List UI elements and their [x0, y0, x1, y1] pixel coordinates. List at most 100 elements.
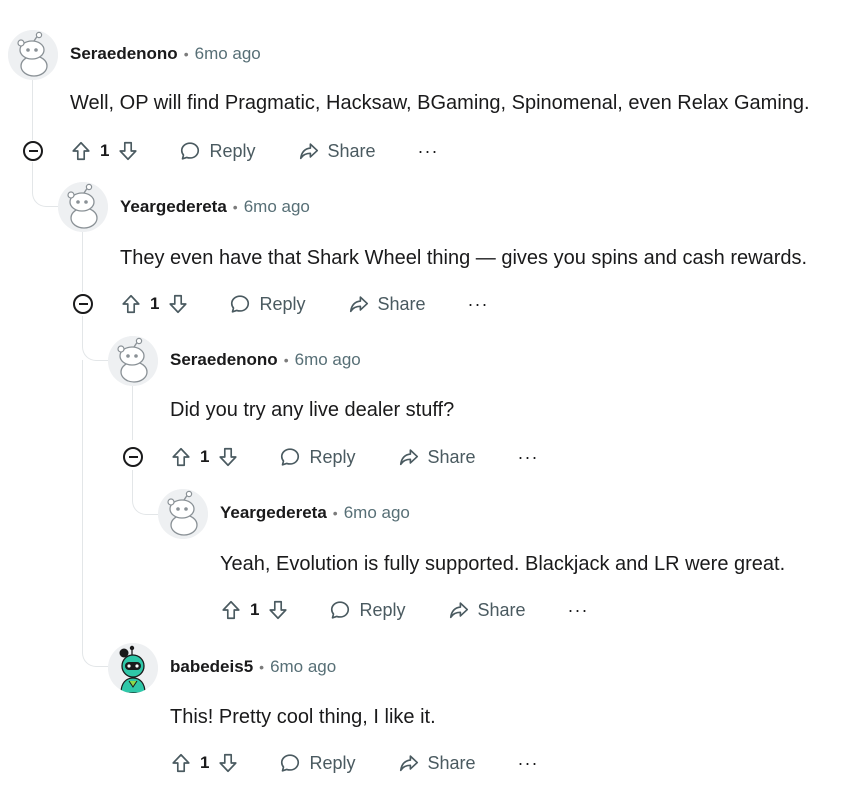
- share-button[interactable]: Share: [398, 446, 476, 468]
- upvote-button[interactable]: [168, 444, 194, 470]
- author-name[interactable]: Yeargedereta: [120, 197, 227, 217]
- share-label: Share: [427, 446, 476, 467]
- comment-meta: babedeis5 • 6mo ago: [170, 655, 336, 679]
- chat-bubble-icon: [231, 295, 250, 313]
- share-button[interactable]: Share: [448, 599, 526, 621]
- reply-label: Reply: [309, 752, 356, 773]
- comment-body: Did you try any live dealer stuff?: [170, 399, 455, 421]
- downvote-icon: [219, 753, 238, 773]
- upvote-icon: [172, 753, 190, 773]
- snoo-default-avatar-icon: [158, 489, 208, 539]
- reply-button[interactable]: Reply: [279, 446, 356, 468]
- downvote-icon: [219, 447, 238, 467]
- upvote-button[interactable]: [68, 138, 94, 164]
- thread-elbow: [132, 470, 159, 515]
- upvote-icon: [122, 294, 140, 314]
- reply-button[interactable]: Reply: [329, 599, 406, 621]
- thread-elbow: [32, 162, 59, 207]
- comment-actions: 1 Reply Share ···: [168, 746, 539, 780]
- upvote-button[interactable]: [168, 750, 194, 776]
- share-arrow-icon: [349, 296, 368, 313]
- downvote-button[interactable]: [215, 444, 241, 470]
- avatar[interactable]: [108, 643, 158, 693]
- downvote-icon: [119, 141, 138, 161]
- comment-meta: Seraedenono • 6mo ago: [70, 42, 261, 66]
- upvote-button[interactable]: [118, 291, 144, 317]
- upvote-icon: [172, 447, 190, 467]
- more-options-button[interactable]: ···: [568, 600, 589, 621]
- reply-label: Reply: [209, 140, 256, 161]
- chat-bubble-icon: [281, 754, 300, 772]
- snoo-default-avatar-icon: [8, 30, 58, 80]
- author-name[interactable]: Yeargedereta: [220, 503, 327, 523]
- reply-button[interactable]: Reply: [229, 293, 306, 315]
- comment-actions: 1 Reply Share ···: [118, 287, 489, 321]
- comment-meta: Yeargedereta • 6mo ago: [120, 195, 310, 219]
- chat-bubble-icon: [281, 448, 300, 466]
- comment-actions: 1 Reply Share ···: [218, 593, 589, 627]
- reply-button[interactable]: Reply: [279, 752, 356, 774]
- downvote-icon: [169, 294, 188, 314]
- avatar[interactable]: [58, 182, 108, 232]
- downvote-button[interactable]: [165, 291, 191, 317]
- meta-separator: •: [259, 659, 265, 675]
- share-label: Share: [327, 140, 376, 161]
- downvote-icon: [269, 600, 288, 620]
- meta-separator: •: [232, 199, 238, 215]
- vote-score: 1: [250, 600, 260, 619]
- snoo-default-avatar-icon: [58, 182, 108, 232]
- vote-score: 1: [100, 141, 110, 160]
- reply-button[interactable]: Reply: [179, 140, 256, 162]
- thread-line: [82, 232, 83, 292]
- comment-actions: 1 Reply Share ···: [68, 134, 439, 168]
- timestamp[interactable]: 6mo ago: [195, 44, 261, 64]
- avatar[interactable]: [108, 336, 158, 386]
- thread-line: [132, 386, 133, 440]
- collapse-thread-button[interactable]: [123, 447, 143, 467]
- share-button[interactable]: Share: [398, 752, 476, 774]
- author-name[interactable]: Seraedenono: [170, 350, 278, 370]
- timestamp[interactable]: 6mo ago: [344, 503, 410, 523]
- vote-score: 1: [200, 447, 210, 466]
- timestamp[interactable]: 6mo ago: [295, 350, 361, 370]
- more-options-button[interactable]: ···: [418, 141, 439, 162]
- reply-label: Reply: [259, 293, 306, 314]
- timestamp[interactable]: 6mo ago: [270, 657, 336, 677]
- share-arrow-icon: [449, 602, 468, 619]
- share-arrow-icon: [399, 449, 418, 466]
- collapse-thread-button[interactable]: [73, 294, 93, 314]
- more-options-button[interactable]: ···: [468, 294, 489, 315]
- upvote-button[interactable]: [218, 597, 244, 623]
- upvote-icon: [222, 600, 240, 620]
- comment-body: Well, OP will find Pragmatic, Hacksaw, B…: [70, 92, 810, 114]
- thread-elbow: [82, 316, 109, 361]
- share-button[interactable]: Share: [348, 293, 426, 315]
- comment-actions: 1 Reply Share ···: [168, 440, 539, 474]
- comment-body: They even have that Shark Wheel thing — …: [120, 247, 808, 269]
- more-options-button[interactable]: ···: [518, 447, 539, 468]
- share-arrow-icon: [399, 755, 418, 772]
- author-name[interactable]: Seraedenono: [70, 44, 178, 64]
- comment-meta: Yeargedereta • 6mo ago: [220, 501, 410, 525]
- chat-bubble-icon: [181, 142, 200, 160]
- share-button[interactable]: Share: [298, 140, 376, 162]
- thread-line: [32, 80, 33, 140]
- downvote-button[interactable]: [265, 597, 291, 623]
- downvote-button[interactable]: [115, 138, 141, 164]
- snoo-custom-teal-avatar-icon: [108, 643, 158, 693]
- timestamp[interactable]: 6mo ago: [244, 197, 310, 217]
- more-options-button[interactable]: ···: [518, 753, 539, 774]
- reply-label: Reply: [309, 446, 356, 467]
- comment-body: Yeah, Evolution is fully supported. Blac…: [220, 553, 786, 575]
- share-label: Share: [377, 293, 426, 314]
- avatar[interactable]: [158, 489, 208, 539]
- share-label: Share: [427, 752, 476, 773]
- vote-score: 1: [200, 753, 210, 772]
- avatar[interactable]: [8, 30, 58, 80]
- downvote-button[interactable]: [215, 750, 241, 776]
- collapse-thread-button[interactable]: [23, 141, 43, 161]
- reply-label: Reply: [359, 599, 406, 620]
- author-name[interactable]: babedeis5: [170, 657, 253, 677]
- meta-separator: •: [283, 352, 289, 368]
- comment-body: This! Pretty cool thing, I like it.: [170, 706, 436, 728]
